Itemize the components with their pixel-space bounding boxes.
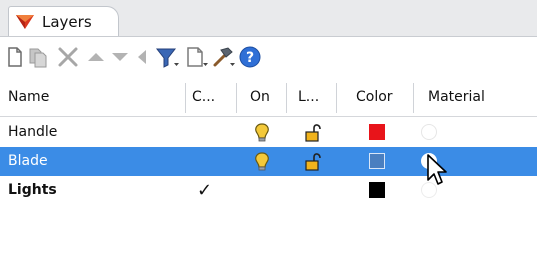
tab-label: Layers (42, 13, 92, 31)
tools-icon[interactable] (185, 45, 209, 69)
hammer-icon[interactable] (211, 45, 237, 69)
layer-row-lights[interactable]: Lights ✓ (0, 176, 537, 205)
move-down-icon[interactable] (110, 45, 130, 69)
layers-icon (16, 15, 34, 29)
column-header-current[interactable]: C... (192, 79, 215, 116)
current-layer-checkmark[interactable]: ✓ (197, 176, 212, 205)
unlocked-icon[interactable] (302, 151, 324, 173)
column-header-name[interactable]: Name (8, 79, 49, 116)
tab-strip: Layers (0, 0, 537, 37)
move-to-parent-icon[interactable] (134, 45, 150, 69)
material-swatch[interactable] (421, 124, 437, 140)
color-swatch[interactable] (369, 124, 385, 140)
svg-text:?: ? (246, 50, 254, 66)
layer-row-blade[interactable]: Blade (0, 147, 537, 176)
column-divider[interactable] (286, 83, 287, 113)
mouse-pointer-icon (427, 154, 447, 185)
table-header: Name C... On L... Color Material (0, 79, 537, 117)
new-layer-icon[interactable] (6, 45, 24, 69)
lightbulb-icon[interactable] (251, 122, 273, 144)
toolbar: ? (0, 37, 537, 78)
tab-layers[interactable]: Layers (8, 6, 119, 36)
layer-name[interactable]: Blade (8, 147, 48, 176)
column-divider[interactable] (336, 83, 337, 113)
column-header-material[interactable]: Material (428, 79, 485, 116)
move-up-icon[interactable] (86, 45, 106, 69)
column-header-color[interactable]: Color (356, 79, 393, 116)
delete-icon[interactable] (57, 45, 79, 69)
column-header-lock[interactable]: L... (298, 79, 319, 116)
new-sublayer-icon[interactable] (27, 45, 49, 69)
color-swatch[interactable] (369, 153, 385, 169)
unlocked-icon[interactable] (302, 122, 324, 144)
help-icon[interactable]: ? (238, 45, 262, 69)
filter-icon[interactable] (155, 45, 181, 69)
column-divider[interactable] (413, 83, 414, 113)
lightbulb-icon[interactable] (251, 151, 273, 173)
column-divider[interactable] (185, 83, 186, 113)
color-swatch[interactable] (369, 182, 385, 198)
layer-row-handle[interactable]: Handle (0, 118, 537, 147)
layer-name[interactable]: Lights (8, 176, 57, 205)
layer-name[interactable]: Handle (8, 118, 57, 147)
column-divider[interactable] (236, 83, 237, 113)
column-header-on[interactable]: On (250, 79, 270, 116)
